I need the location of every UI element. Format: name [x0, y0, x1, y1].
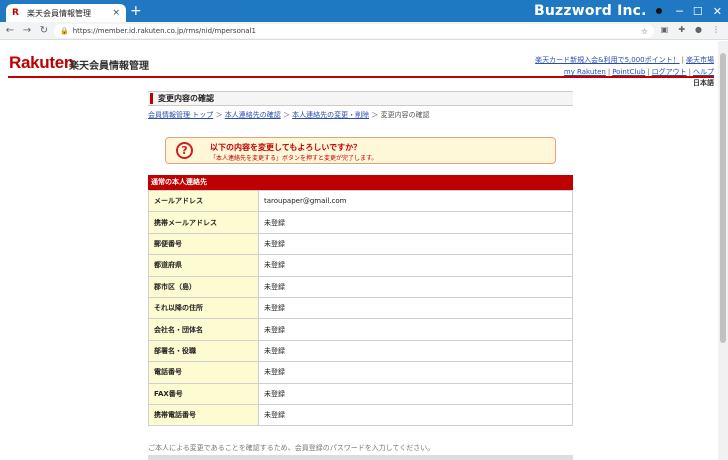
table-row: FAX番号 未登録 [148, 382, 573, 405]
table-row: 電話番号 未登録 [148, 361, 573, 384]
row-value: 未登録 [258, 275, 573, 298]
card-promo-link[interactable]: 楽天カード新規入会&利用で5,000ポイント！ [535, 56, 680, 64]
row-label: 部署名・役職 [148, 339, 259, 363]
header-links: 楽天カード新規入会&利用で5,000ポイント！ | 楽天市場 my Rakuten |… [535, 56, 714, 76]
lock-icon: 🔒 [60, 27, 69, 35]
new-tab-button[interactable]: + [130, 4, 142, 18]
page-content: Rakuten 楽天会員情報管理 楽天カード新規入会&利用で5,000ポイント！… [0, 41, 718, 460]
tab-close-icon[interactable]: × [112, 8, 120, 18]
main-content: 変更内容の確認 会員情報管理 トップ ＞ 本人連絡先の確認 ＞ 本人連絡先の変更… [148, 91, 573, 427]
reload-icon[interactable]: ↻ [37, 25, 51, 36]
row-label: 電話番号 [148, 361, 259, 384]
table-row: 郡市区（島） 未登録 [148, 275, 573, 298]
breadcrumb-confirm-link[interactable]: 本人連絡先の確認 [225, 111, 281, 119]
row-label: 郡市区（島） [148, 275, 259, 298]
url-text: https://member.id.rakuten.co.jp/rms/nid/… [72, 27, 256, 35]
tab-title: 楽天会員情報管理 [27, 8, 91, 18]
row-label: 会社名・団体名 [148, 318, 259, 341]
question-icon: ? [176, 142, 193, 159]
password-instruction: ご本人による変更であることを確認するため、会員登録のパスワードを入力してください… [148, 444, 435, 452]
maximize-icon[interactable]: ☐ [693, 5, 703, 18]
row-label: 携帯メールアドレス [148, 211, 259, 234]
section-heading: 変更内容の確認 [148, 91, 573, 106]
row-label: 携帯電話番号 [148, 403, 259, 427]
back-icon[interactable]: ← [3, 25, 17, 36]
row-label: FAX番号 [148, 382, 259, 405]
logout-link[interactable]: ログアウト [652, 68, 687, 76]
window-controls: ─ ☐ ✕ [656, 0, 722, 22]
row-value: 未登録 [258, 361, 573, 384]
confirm-notice: ? 以下の内容を変更してもよろしいですか？ 「本人連絡先を変更する」ボタンを押す… [165, 137, 556, 164]
row-value: 未登録 [258, 296, 573, 320]
notice-subtitle: 「本人連絡先を変更する」ボタンを押すと変更が完了します。 [210, 155, 378, 162]
star-icon[interactable]: ☆ [641, 27, 648, 36]
table-row: メールアドレス taroupaper@gmail.com [148, 189, 573, 213]
row-value: 未登録 [258, 211, 573, 234]
table-row: 携帯電話番号 未登録 [148, 403, 573, 427]
notice-title: 以下の内容を変更してもよろしいですか？ [210, 143, 362, 152]
breadcrumb: 会員情報管理 トップ ＞ 本人連絡先の確認 ＞ 本人連絡先の変更・削除 ＞ 変更… [148, 111, 430, 119]
window-title: Buzzword Inc. [534, 3, 647, 19]
minimize-icon[interactable]: ─ [676, 5, 683, 18]
row-label: 都道府県 [148, 254, 259, 277]
row-value: 未登録 [258, 382, 573, 405]
heading-text: 変更内容の確認 [158, 94, 214, 103]
browser-tab[interactable]: R 楽天会員情報管理 × [6, 4, 126, 22]
table-row: 部署名・役職 未登録 [148, 339, 573, 363]
row-value: 未登録 [258, 339, 573, 363]
password-section-strip [148, 455, 573, 460]
browser-toolbar: ← → ↻ 🔒 https://member.id.rakuten.co.jp/… [0, 22, 728, 40]
table-row: 会社名・団体名 未登録 [148, 318, 573, 341]
forward-icon[interactable]: → [20, 25, 34, 36]
language-selector[interactable]: 日本語 [693, 78, 714, 88]
page-scrollbar[interactable] [718, 41, 728, 460]
table-row: 都道府県 未登録 [148, 254, 573, 277]
menu-icon[interactable]: ⋮ [712, 25, 720, 34]
row-value: 未登録 [258, 318, 573, 341]
heading-accent-bar [150, 93, 153, 104]
profile-dot-icon [656, 8, 663, 14]
breadcrumb-edit-link[interactable]: 本人連絡先の変更・削除 [292, 111, 369, 119]
rakuten-logo[interactable]: Rakuten [9, 53, 74, 73]
header-divider [8, 76, 714, 78]
row-label: メールアドレス [148, 189, 259, 213]
puzzle-icon[interactable]: ✚ [678, 25, 685, 34]
row-label: 郵便番号 [148, 232, 259, 256]
rakuten-favicon-icon: R [12, 8, 19, 18]
row-value: 未登録 [258, 254, 573, 277]
browser-titlebar: R 楽天会員情報管理 × + Buzzword Inc. ─ ☐ ✕ [0, 0, 728, 22]
table-row: それ以降の住所 未登録 [148, 296, 573, 320]
table-row: 携帯メールアドレス 未登録 [148, 211, 573, 234]
pointclub-link[interactable]: PointClub [612, 68, 645, 76]
address-bar[interactable]: 🔒 https://member.id.rakuten.co.jp/rms/ni… [54, 24, 654, 38]
row-label: それ以降の住所 [148, 296, 259, 320]
close-window-icon[interactable]: ✕ [713, 5, 722, 18]
help-link[interactable]: ヘルプ [693, 68, 714, 76]
breadcrumb-top-link[interactable]: 会員情報管理 トップ [148, 111, 213, 119]
contact-table: メールアドレス taroupaper@gmail.com 携帯メールアドレス 未登録… [148, 189, 573, 427]
breadcrumb-current: 変更内容の確認 [380, 111, 430, 119]
rakuten-ichiba-link[interactable]: 楽天市場 [686, 56, 714, 64]
contact-section-header: 通常の本人連絡先 [148, 175, 573, 190]
extension-icon[interactable]: ▣ [661, 25, 669, 34]
row-value: 未登録 [258, 232, 573, 256]
toolbar-icons: ▣ ✚ ● ⋮ [661, 25, 720, 34]
row-value: 未登録 [258, 403, 573, 427]
row-value: taroupaper@gmail.com [258, 189, 573, 213]
page-title: 楽天会員情報管理 [69, 61, 149, 72]
scrollbar-thumb[interactable] [720, 53, 726, 343]
profile-icon[interactable]: ● [695, 25, 702, 34]
table-row: 郵便番号 未登録 [148, 232, 573, 256]
my-rakuten-link[interactable]: my Rakuten [564, 68, 606, 76]
